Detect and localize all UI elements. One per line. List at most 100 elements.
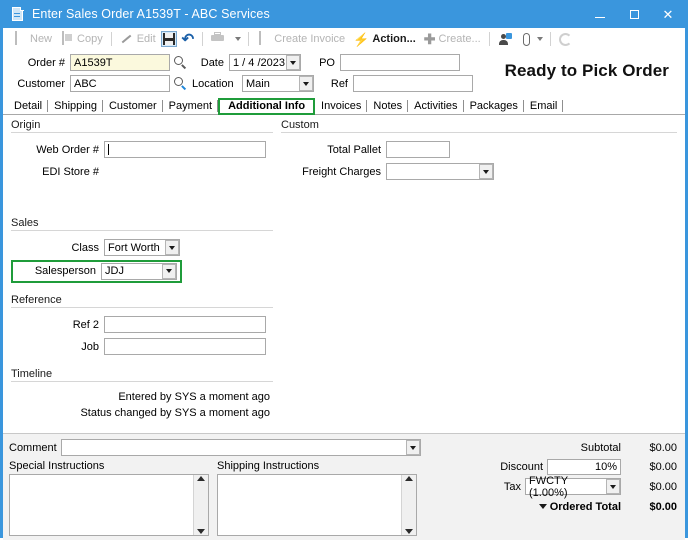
tab-customer[interactable]: Customer xyxy=(103,98,163,114)
scroll-down-icon[interactable] xyxy=(197,529,205,534)
ordered-total-label: Ordered Total xyxy=(549,500,621,513)
salesperson-dropdown-icon[interactable] xyxy=(162,263,176,279)
total-pallet-label: Total Pallet xyxy=(327,143,381,156)
tab-shipping[interactable]: Shipping xyxy=(48,98,103,114)
print-icon xyxy=(211,32,225,46)
custom-section: Custom Total Pallet Freight Charges xyxy=(281,119,677,181)
total-pallet-input[interactable] xyxy=(386,141,450,158)
discount-row: Discount 10% $0.00 xyxy=(439,457,677,476)
close-button[interactable]: ✕ xyxy=(651,0,685,28)
title-bar: Enter Sales Order A1539T - ABC Services … xyxy=(3,0,685,28)
copy-button-label: Copy xyxy=(77,33,103,45)
tab-notes[interactable]: Notes xyxy=(367,98,408,114)
job-input[interactable] xyxy=(104,338,266,355)
tab-detail[interactable]: Detail xyxy=(8,98,49,114)
create-invoice-icon xyxy=(257,31,271,46)
class-select[interactable]: Fort Worth xyxy=(104,239,180,256)
subtotal-value: $0.00 xyxy=(649,441,677,454)
action-menu-button[interactable]: ⚡ Action... xyxy=(349,29,420,49)
ref2-label: Ref 2 xyxy=(72,318,99,331)
class-label: Class xyxy=(71,241,99,254)
freight-charges-dropdown-icon[interactable] xyxy=(479,164,493,179)
scroll-up-icon[interactable] xyxy=(405,476,413,481)
customer-search-icon[interactable] xyxy=(174,76,188,91)
new-document-icon xyxy=(13,31,27,46)
shipping-instructions-textarea[interactable] xyxy=(217,474,417,536)
ref-input[interactable] xyxy=(353,75,473,92)
special-instructions-scrollbar[interactable] xyxy=(193,475,208,535)
special-instructions-textarea[interactable] xyxy=(9,474,209,536)
comment-dropdown-icon[interactable] xyxy=(405,440,420,455)
custom-divider xyxy=(281,132,677,133)
salesperson-select[interactable]: JDJ xyxy=(101,262,177,280)
edit-button[interactable]: Edit xyxy=(116,29,160,49)
tax-row: Tax FWCTY (1.00%) $0.00 xyxy=(439,475,677,499)
paperclip-icon xyxy=(522,32,530,46)
status-banner: Ready to Pick Order xyxy=(504,61,669,80)
new-button[interactable]: New xyxy=(9,29,56,49)
web-order-label: Web Order # xyxy=(36,143,99,156)
sales-order-window: Enter Sales Order A1539T - ABC Services … xyxy=(0,0,688,540)
lightning-bolt-icon: ⚡ xyxy=(353,31,370,47)
shipping-instructions-scrollbar[interactable] xyxy=(401,475,416,535)
tab-email[interactable]: Email xyxy=(524,98,564,114)
shipping-instructions-label: Shipping Instructions xyxy=(217,460,320,472)
order-search-icon[interactable] xyxy=(174,55,188,70)
ordered-total-row: Ordered Total $0.00 xyxy=(439,497,677,516)
print-dropdown-icon[interactable] xyxy=(235,37,242,41)
tab-invoices[interactable]: Invoices xyxy=(315,98,368,114)
undo-button[interactable]: ↶ xyxy=(178,29,199,49)
save-button[interactable] xyxy=(160,31,177,47)
create-menu-label: Create... xyxy=(438,33,481,45)
tab-additional-info[interactable]: Additional Info xyxy=(218,98,316,115)
tab-payment[interactable]: Payment xyxy=(163,98,219,114)
location-dropdown-icon[interactable] xyxy=(299,76,313,91)
attachment-dropdown-icon[interactable] xyxy=(536,37,543,41)
tax-dropdown-icon[interactable] xyxy=(606,479,620,494)
refresh-button[interactable] xyxy=(555,29,576,49)
create-invoice-label: Create Invoice xyxy=(274,33,346,45)
location-select[interactable]: Main xyxy=(242,75,314,92)
create-invoice-button[interactable]: Create Invoice xyxy=(253,29,349,49)
salesperson-highlight: Salesperson JDJ xyxy=(11,259,182,283)
date-input[interactable]: 1 / 4 /2023 xyxy=(229,54,301,71)
tab-packages[interactable]: Packages xyxy=(464,98,525,114)
origin-divider xyxy=(11,132,273,133)
totals-panel: Subtotal $0.00 Discount 10% $0.00 Tax FW… xyxy=(439,438,677,516)
reference-section: Reference Ref 2 Job xyxy=(11,294,273,356)
job-row: Job xyxy=(11,337,273,356)
copy-icon xyxy=(60,31,74,46)
customer-input[interactable]: ABC xyxy=(70,75,170,92)
tax-label: Tax xyxy=(503,480,521,493)
comment-select[interactable] xyxy=(60,439,421,456)
freight-charges-select[interactable] xyxy=(386,163,494,180)
class-row: Class Fort Worth xyxy=(11,238,273,257)
web-order-input[interactable] xyxy=(104,141,266,158)
date-dropdown-icon[interactable] xyxy=(286,55,300,70)
print-button[interactable] xyxy=(207,29,232,49)
scroll-down-icon[interactable] xyxy=(405,529,413,534)
copy-button[interactable]: Copy xyxy=(56,29,107,49)
add-user-button[interactable] xyxy=(494,29,516,49)
expand-total-icon[interactable] xyxy=(538,504,547,509)
scroll-up-icon[interactable] xyxy=(197,476,205,481)
undo-icon: ↶ xyxy=(181,30,195,48)
order-number-input[interactable]: A1539T xyxy=(70,54,170,71)
discount-input[interactable]: 10% xyxy=(547,458,621,475)
class-dropdown-icon[interactable] xyxy=(165,240,179,255)
tax-select[interactable]: FWCTY (1.00%) xyxy=(525,475,621,499)
po-input[interactable] xyxy=(340,54,460,71)
tab-activities[interactable]: Activities xyxy=(408,98,464,114)
attachment-button[interactable] xyxy=(516,29,534,49)
total-pallet-row: Total Pallet xyxy=(281,140,677,159)
tax-select-value: FWCTY (1.00%) xyxy=(529,474,568,499)
discount-label: Discount xyxy=(500,460,543,473)
shipping-instructions-value[interactable] xyxy=(218,475,401,535)
discount-value: $0.00 xyxy=(649,460,677,473)
ref2-input[interactable] xyxy=(104,316,266,333)
minimize-button[interactable] xyxy=(583,0,617,28)
special-instructions-value[interactable] xyxy=(10,475,193,535)
maximize-button[interactable] xyxy=(617,0,651,28)
create-menu-button[interactable]: ✚ Create... xyxy=(420,29,485,49)
new-button-label: New xyxy=(30,33,53,45)
